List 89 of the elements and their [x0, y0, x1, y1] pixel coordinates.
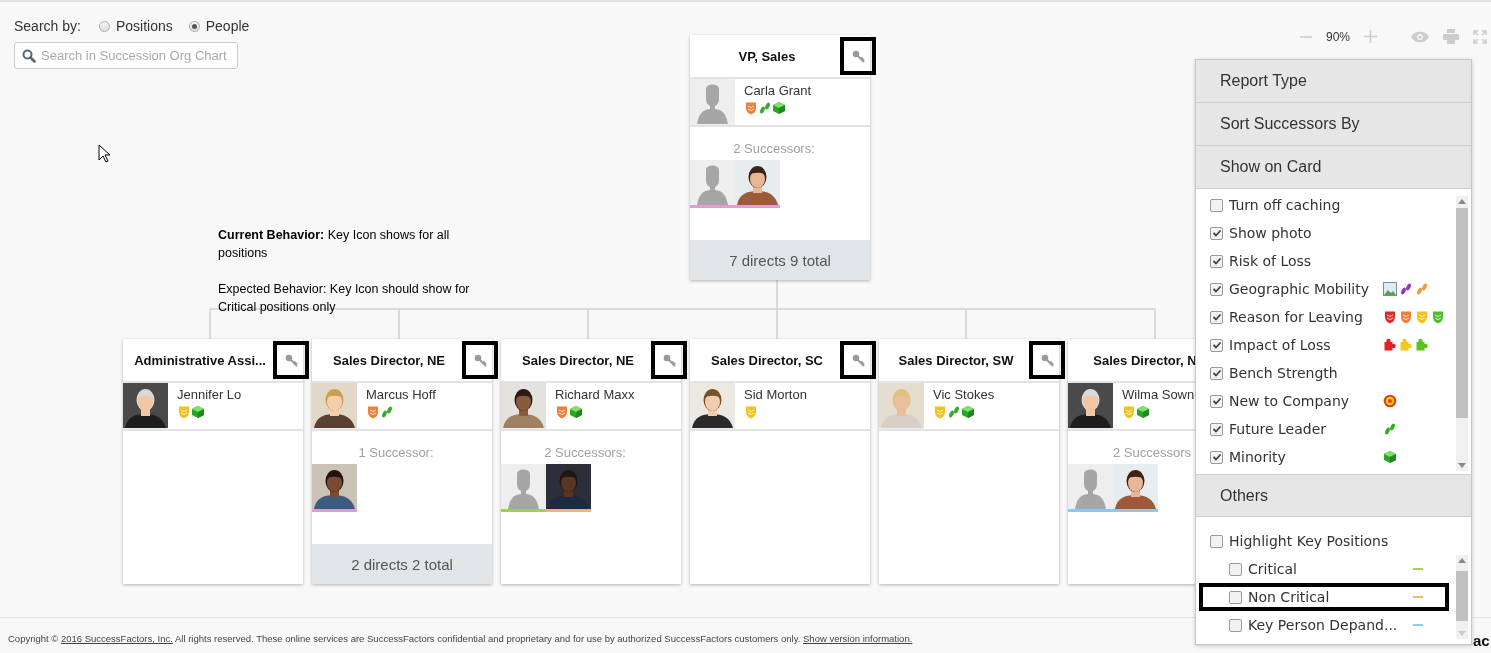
key-button[interactable]: [651, 341, 687, 379]
successors-label: 2 Successors:: [544, 445, 626, 460]
checkbox[interactable]: [1210, 450, 1223, 464]
cube-icon: [191, 405, 205, 419]
key-icon: [473, 353, 487, 367]
key-button[interactable]: [462, 341, 498, 379]
scrollbar[interactable]: [1456, 196, 1468, 471]
search-field[interactable]: Search in Succession Org Chart: [14, 42, 238, 69]
cube-icon: [961, 405, 975, 419]
key-button[interactable]: [273, 341, 309, 379]
checkbox[interactable]: [1210, 226, 1223, 240]
key-button[interactable]: [840, 341, 876, 379]
checkbox[interactable]: [1210, 254, 1223, 268]
cube-icon: [1136, 405, 1150, 419]
checkbox[interactable]: [1210, 394, 1223, 408]
avatar-placeholder-icon: [501, 464, 546, 509]
key-icon: [284, 353, 298, 367]
option-label: Risk of Loss: [1229, 253, 1312, 269]
option-label: Reason for Leaving: [1229, 309, 1363, 325]
option-label: Bench Strength: [1229, 365, 1338, 381]
checkbox[interactable]: [1210, 534, 1223, 548]
avatar-placeholder-icon: [1068, 464, 1113, 509]
cube-icon: [772, 101, 786, 115]
checkbox[interactable]: [1210, 338, 1223, 352]
radio-option[interactable]: People: [188, 18, 250, 34]
cube-icon: [1383, 450, 1397, 464]
section-header[interactable]: Others: [1196, 474, 1471, 517]
option-label: Geographic Mobility: [1229, 281, 1370, 297]
option-label: Critical: [1248, 561, 1297, 577]
section-header[interactable]: Sort Successors By: [1196, 103, 1471, 146]
position-title: Sales Director, NE: [332, 352, 446, 368]
scrollbar[interactable]: [1456, 555, 1468, 639]
option-label: Minority: [1229, 449, 1286, 465]
checkbox[interactable]: [1229, 590, 1242, 604]
cursor-icon: [98, 144, 110, 163]
directs-count: 7 directs 9 total: [690, 240, 870, 280]
option-label: Highlight Key Positions: [1229, 533, 1389, 549]
person-name: Marcus Hoff: [366, 387, 436, 402]
key-icon: [1040, 353, 1054, 367]
section-header[interactable]: Show on Card: [1196, 146, 1471, 189]
avatar-placeholder-icon: [690, 160, 735, 205]
checkbox[interactable]: [1210, 422, 1223, 436]
footer-link[interactable]: Show version information.: [803, 633, 913, 644]
zoom-level: 90%: [1325, 29, 1350, 44]
position-title: Administrative Assi...: [133, 352, 267, 368]
successors-label: 2 Successors: [1112, 445, 1191, 460]
option-label: Key Person Depand...: [1248, 617, 1398, 633]
position-title: Sales Director, NE: [521, 352, 635, 368]
person-name: Sid Morton: [744, 387, 807, 402]
target-icon: [1383, 394, 1397, 408]
cube-icon: [569, 405, 583, 419]
person-name: Wilma Sown: [1122, 387, 1195, 402]
radio-option[interactable]: Positions: [98, 18, 173, 34]
option-label: Turn off caching: [1229, 197, 1341, 213]
key-button[interactable]: [1029, 341, 1065, 379]
checkbox[interactable]: [1229, 618, 1242, 632]
directs-count: 2 directs 2 total: [312, 544, 492, 584]
position-title: VP, Sales: [737, 48, 797, 64]
person-name: Richard Maxx: [555, 387, 635, 402]
successors-label: 2 Successors:: [733, 141, 815, 156]
person-name: Carla Grant: [744, 83, 812, 98]
checkbox[interactable]: [1210, 310, 1223, 324]
option-label: New to Company: [1229, 393, 1350, 409]
position-title: Sales Director, SW: [897, 352, 1015, 368]
footer-link[interactable]: 2016 SuccessFactors, Inc.: [60, 633, 173, 644]
copyright-text: Copyright © 2016 SuccessFactors, Inc. All rights reserved. These online services are SuccessFactors confidential and proprietary and for use by authorized SuccessFactors customers only. Show version information.: [8, 633, 913, 644]
image-icon: [1383, 282, 1397, 296]
successors-label: 1 Successor:: [358, 445, 434, 460]
section-header[interactable]: Report Type: [1196, 60, 1471, 103]
search-by-label: Search by:: [14, 18, 81, 34]
note-paragraph: Expected Behavior: Key Icon should show for Critical positions only: [218, 281, 471, 316]
brand-logo: ac: [1473, 632, 1490, 649]
person-name: Vic Stokes: [933, 387, 995, 402]
key-icon: [851, 49, 865, 63]
checkbox[interactable]: [1229, 562, 1242, 576]
option-label: Non Critical: [1248, 589, 1330, 605]
checkbox[interactable]: [1210, 366, 1223, 380]
note-paragraph: Current Behavior: Key Icon shows for all positions: [218, 227, 451, 262]
search-icon: [22, 48, 36, 63]
option-label: Impact of Loss: [1229, 337, 1331, 353]
option-label: Future Leader: [1229, 421, 1327, 437]
key-button[interactable]: [840, 37, 876, 75]
key-icon: [851, 353, 865, 367]
position-title: Sales Director, SC: [710, 352, 824, 368]
key-icon: [662, 353, 676, 367]
checkbox[interactable]: [1210, 282, 1223, 296]
option-label: Show photo: [1229, 225, 1312, 241]
person-name: Jennifer Lo: [177, 387, 242, 402]
checkbox[interactable]: [1210, 198, 1223, 212]
